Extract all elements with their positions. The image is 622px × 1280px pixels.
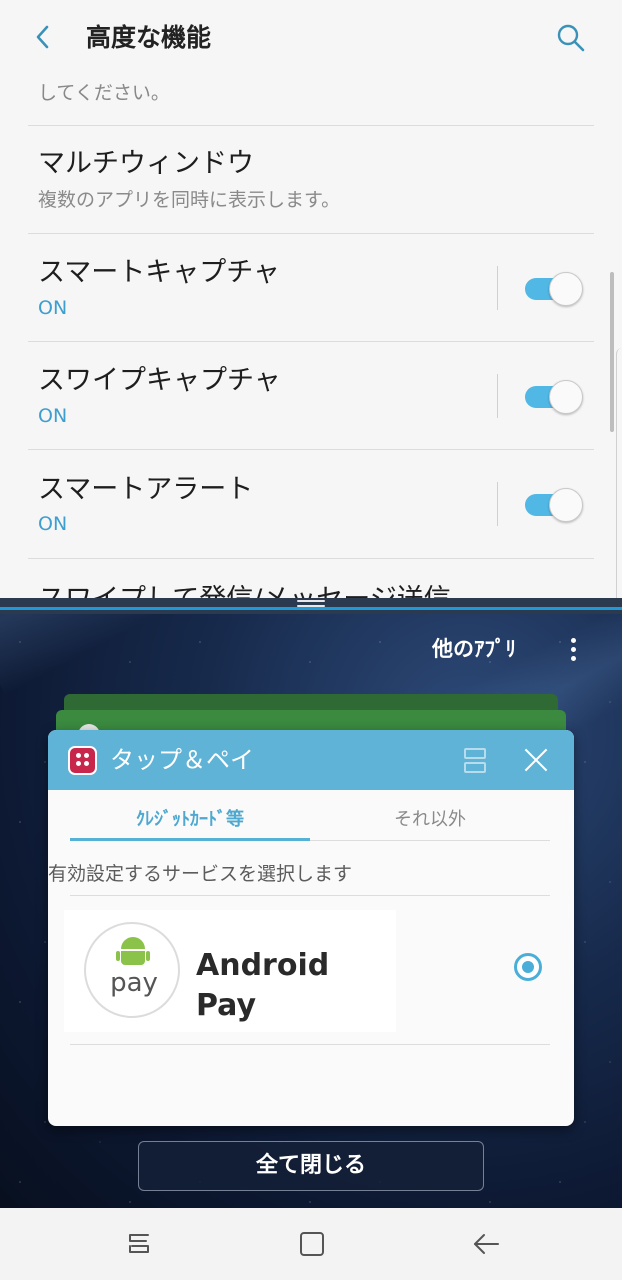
android-pay-radio[interactable] — [514, 953, 542, 981]
setting-title: スワイプキャプチャ — [38, 365, 281, 396]
vertical-separator — [497, 482, 498, 526]
divider — [28, 558, 594, 559]
smart-alert-toggle[interactable] — [525, 488, 583, 522]
android-robot-icon — [116, 937, 150, 965]
swipe-capture-toggle[interactable] — [525, 380, 583, 414]
toggle-knob — [549, 380, 583, 414]
home-nav-button[interactable] — [292, 1226, 332, 1262]
recents-nav-button[interactable] — [119, 1226, 159, 1262]
android-pay-option[interactable]: pay Android Pay — [64, 910, 396, 1032]
page-title: 高度な機能 — [86, 23, 212, 52]
divider — [28, 449, 594, 450]
recent-apps-pane: 他のｱﾌﾟﾘ タップ＆ペイ ｸﾚｼﾞｯﾄｶｰﾄﾞ等 それ以外 有効設定するサービ… — [0, 612, 622, 1208]
edge-panel-handle[interactable] — [616, 348, 622, 598]
more-options-icon[interactable] — [560, 634, 586, 664]
other-apps-button[interactable]: 他のｱﾌﾟﾘ — [432, 634, 516, 664]
close-card-button[interactable] — [518, 742, 554, 778]
partial-description: してください。 — [38, 82, 170, 104]
setting-status: ON — [38, 297, 68, 319]
recents-icon — [129, 1234, 149, 1253]
divider — [28, 341, 594, 342]
divider — [28, 125, 594, 126]
setting-title: スマートアラート — [38, 474, 254, 505]
setting-title: スマートキャプチャ — [38, 257, 280, 288]
card-header: タップ＆ペイ — [48, 730, 574, 790]
card-title: タップ＆ペイ — [110, 746, 254, 774]
pay-logo-text: pay — [110, 968, 158, 998]
recent-app-card-tap-pay[interactable]: タップ＆ペイ ｸﾚｼﾞｯﾄｶｰﾄﾞ等 それ以外 有効設定するサービスを選択します… — [48, 730, 574, 1126]
instruction-text: 有効設定するサービスを選択します — [48, 863, 353, 885]
arrow-left-icon — [36, 25, 49, 49]
setting-subtitle: 複数のアプリを同時に表示します。 — [38, 189, 341, 211]
divider — [70, 1044, 550, 1045]
search-icon — [557, 24, 585, 52]
radio-dot — [522, 961, 534, 973]
smart-capture-toggle[interactable] — [525, 272, 583, 306]
settings-pane: 高度な機能 してください。 マルチウィンドウ 複数のアプリを同時に表示します。 … — [0, 0, 622, 600]
split-screen-divider[interactable] — [0, 598, 622, 614]
drag-handle-icon[interactable] — [297, 600, 325, 612]
app-bar: 高度な機能 — [0, 0, 622, 76]
setting-status: ON — [38, 513, 68, 535]
service-name: Android Pay — [196, 948, 330, 1023]
vertical-separator — [497, 374, 498, 418]
setting-title: マルチウィンドウ — [38, 148, 254, 179]
scrollbar[interactable] — [610, 272, 614, 432]
setting-status: ON — [38, 405, 68, 427]
back-nav-button[interactable] — [466, 1226, 506, 1262]
split-screen-icon[interactable] — [464, 748, 486, 774]
vertical-separator — [497, 266, 498, 310]
search-button[interactable] — [553, 20, 589, 56]
android-pay-logo: pay — [84, 922, 180, 1018]
back-arrow-icon — [474, 1234, 499, 1254]
navigation-bar — [0, 1208, 622, 1280]
tap-pay-app-icon — [68, 746, 97, 775]
home-icon — [300, 1232, 324, 1256]
divider — [70, 895, 550, 896]
back-button[interactable] — [26, 20, 60, 54]
close-all-button[interactable]: 全て閉じる — [138, 1141, 484, 1191]
active-tab-indicator — [70, 838, 310, 841]
divider — [28, 233, 594, 234]
toggle-knob — [549, 272, 583, 306]
toggle-knob — [549, 488, 583, 522]
